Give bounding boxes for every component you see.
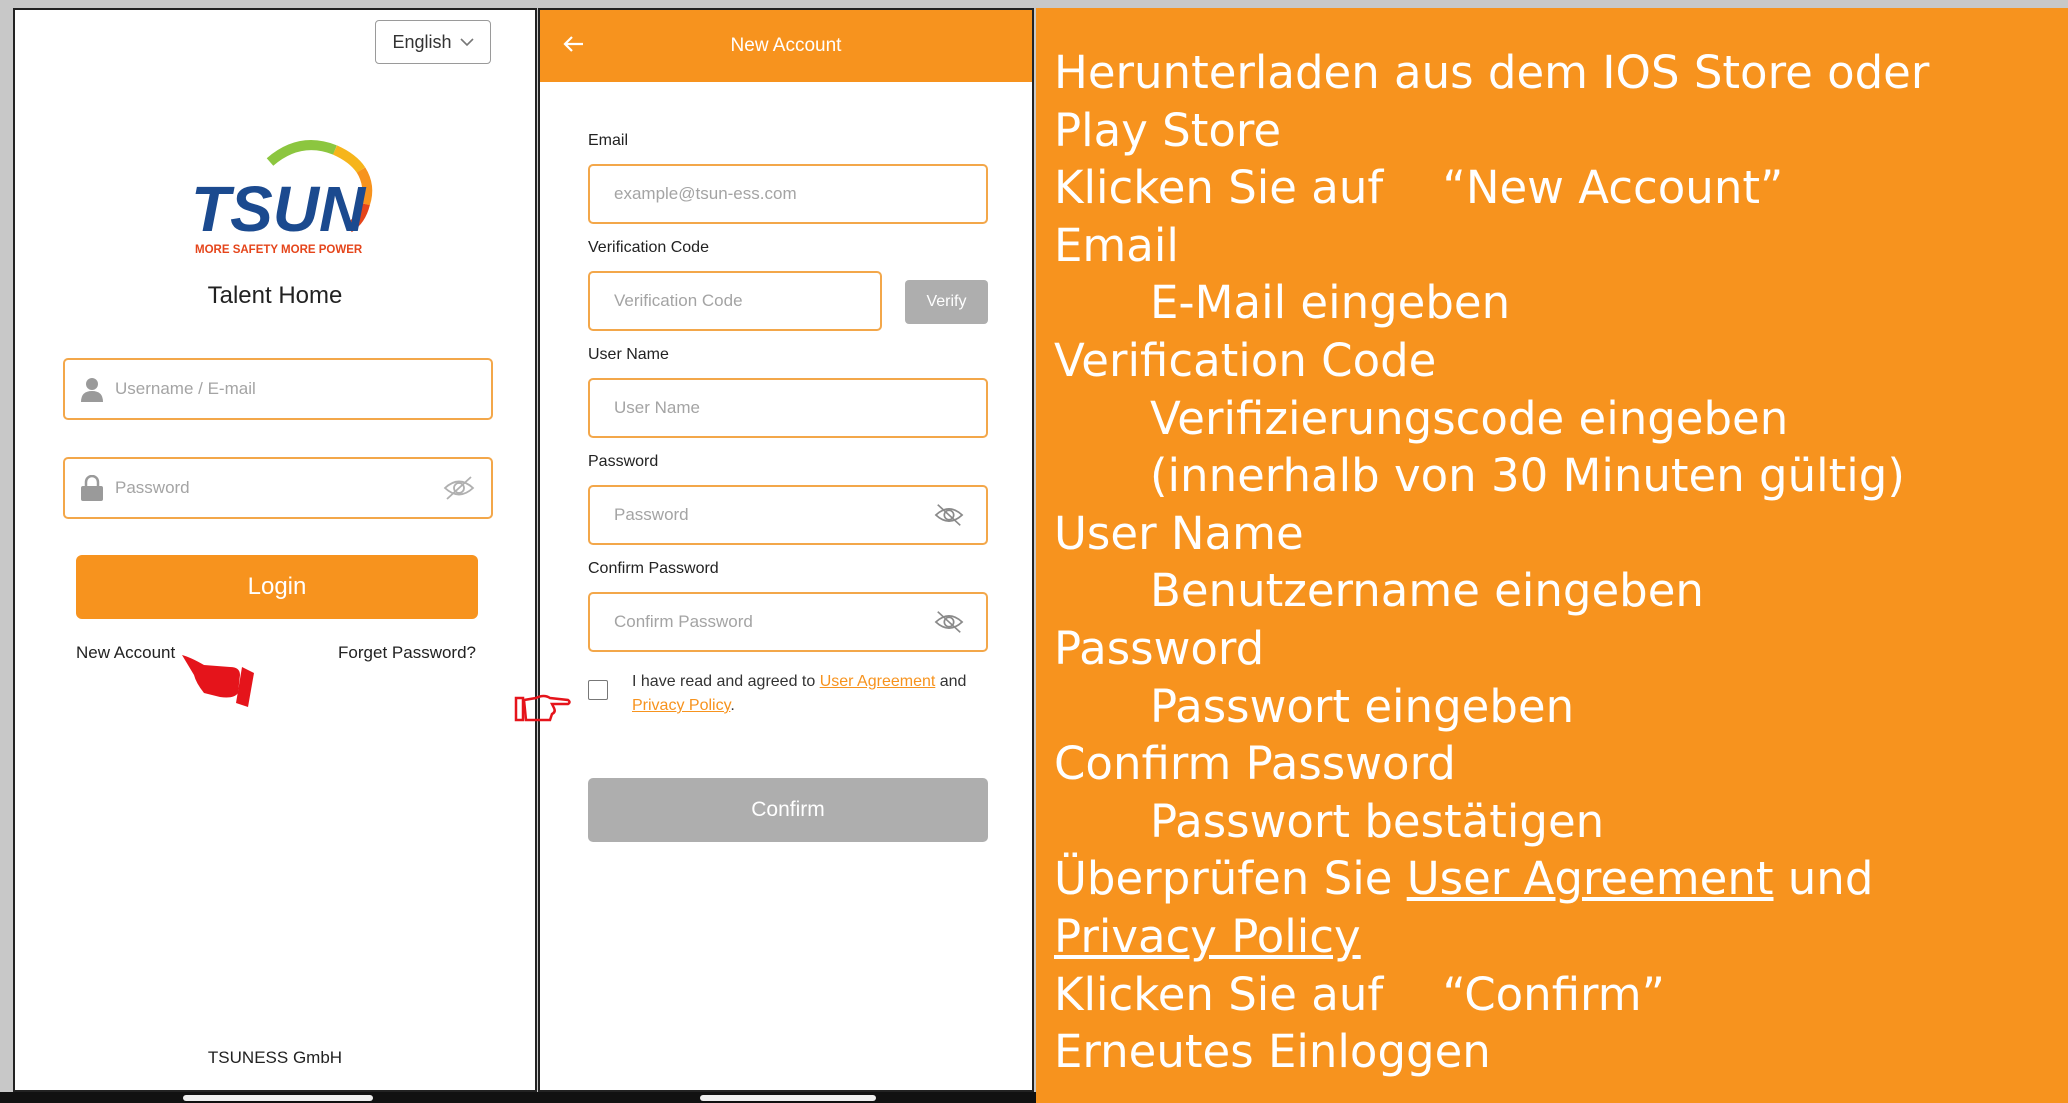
instruction-text: und xyxy=(1773,852,1874,906)
username-field[interactable] xyxy=(588,378,988,438)
user-icon xyxy=(81,378,103,402)
user-agreement-ref: User Agreement xyxy=(1406,852,1774,906)
instructions-text: Herunterladen aus dem IOS Store oder Pla… xyxy=(1054,44,1929,1081)
tsun-logo: TSUN MORE SAFETY MORE POWER xyxy=(191,140,373,256)
back-arrow-icon[interactable] xyxy=(562,32,586,56)
instruction-line: Email xyxy=(1054,218,1179,272)
logo-tagline: MORE SAFETY MORE POWER xyxy=(195,244,363,256)
username-field[interactable] xyxy=(63,358,493,420)
email-label: Email xyxy=(588,132,629,149)
password-input[interactable] xyxy=(113,477,433,499)
eye-hidden-icon[interactable] xyxy=(443,475,475,501)
page-title: New Account xyxy=(730,35,842,56)
instruction-line: Klicken Sie auf “New Account” xyxy=(1054,161,1784,215)
company-footer: TSUNESS GmbH xyxy=(207,1048,343,1067)
agreement-suffix: . xyxy=(730,697,735,714)
verification-code-input[interactable] xyxy=(612,290,858,312)
verification-code-label: Verification Code xyxy=(588,239,709,256)
instruction-line: Benutzername eingeben xyxy=(1150,564,1704,618)
instruction-line: Passwort eingeben xyxy=(1150,679,1575,733)
chevron-down-icon xyxy=(459,38,474,47)
home-indicator xyxy=(700,1095,876,1101)
eye-hidden-icon[interactable] xyxy=(934,502,964,528)
privacy-policy-ref: Privacy Policy xyxy=(1054,909,1361,963)
username-input[interactable] xyxy=(113,378,475,400)
verification-code-field[interactable] xyxy=(588,271,882,331)
email-input[interactable] xyxy=(612,183,964,205)
language-value: English xyxy=(392,31,452,52)
new-account-link[interactable]: New Account xyxy=(76,643,175,663)
new-account-screen: New Account Email Verification Code Veri… xyxy=(538,8,1034,1092)
forget-password-link[interactable]: Forget Password? xyxy=(338,643,476,663)
agreement-and: and xyxy=(935,673,967,690)
instruction-line: Herunterladen aus dem IOS Store oder xyxy=(1054,46,1930,99)
device-bottom-bar xyxy=(0,1092,1036,1103)
instruction-line: Passwort bestätigen xyxy=(1150,794,1605,848)
instruction-line: Erneutes Einloggen xyxy=(1054,1025,1491,1079)
pointing-hand-icon xyxy=(514,694,571,722)
email-field[interactable] xyxy=(588,164,988,224)
privacy-policy-link[interactable]: Privacy Policy xyxy=(632,697,730,714)
agreement-text: I have read and agreed to User Agreement… xyxy=(632,670,992,718)
eye-hidden-icon[interactable] xyxy=(934,609,964,635)
confirm-button[interactable]: Confirm xyxy=(588,778,988,842)
app-name: Talent Home xyxy=(207,282,343,309)
instruction-line: Play Store xyxy=(1054,103,1282,157)
app-header: New Account xyxy=(540,10,1032,82)
instruction-line: E-Mail eingeben xyxy=(1150,276,1511,330)
confirm-password-input[interactable] xyxy=(612,611,934,633)
login-screen: English TSUN MORE SAFETY MORE POWER Tale… xyxy=(13,8,537,1092)
password-field[interactable] xyxy=(63,457,493,519)
logo-text: TSUN xyxy=(191,173,367,245)
agreement-prefix: I have read and agreed to xyxy=(632,673,820,690)
username-label: User Name xyxy=(588,346,669,363)
verify-button[interactable]: Verify xyxy=(905,280,988,324)
user-agreement-link[interactable]: User Agreement xyxy=(820,673,936,690)
instructions-panel: Herunterladen aus dem IOS Store oder Pla… xyxy=(1036,8,2068,1103)
instruction-line: Verification Code xyxy=(1054,333,1437,387)
instruction-line: Überprüfen Sie User Agreement und xyxy=(1054,850,1929,908)
instruction-line: User Name xyxy=(1054,506,1304,560)
password-field[interactable] xyxy=(588,485,988,545)
confirm-password-field[interactable] xyxy=(588,592,988,652)
instruction-line: Klicken Sie auf “Confirm” xyxy=(1054,967,1665,1021)
lock-icon xyxy=(81,475,103,501)
agree-checkbox[interactable] xyxy=(588,680,608,700)
instruction-line: Verifizierungscode eingeben xyxy=(1150,391,1789,445)
instruction-line: Confirm Password xyxy=(1054,737,1456,791)
instruction-text: Überprüfen Sie xyxy=(1054,852,1407,906)
login-button[interactable]: Login xyxy=(76,555,478,619)
confirm-password-label: Confirm Password xyxy=(588,560,719,577)
password-input[interactable] xyxy=(612,504,934,526)
pointing-hand-icon xyxy=(182,655,254,707)
instruction-line: Password xyxy=(1054,621,1265,675)
instruction-line: (innerhalb von 30 Minuten gültig) xyxy=(1150,449,1905,503)
language-select[interactable]: English xyxy=(375,20,491,64)
home-indicator xyxy=(183,1095,373,1101)
username-input[interactable] xyxy=(612,397,964,419)
password-label: Password xyxy=(588,453,659,470)
